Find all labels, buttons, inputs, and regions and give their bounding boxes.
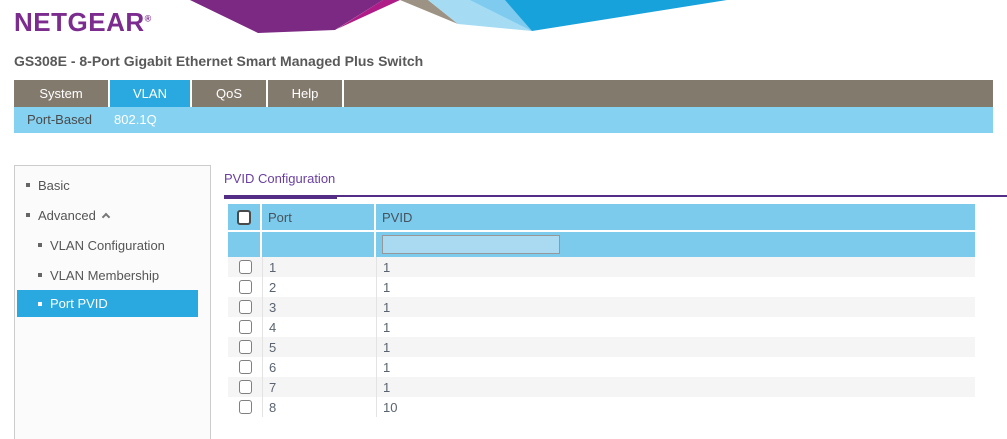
port-cell: 1 [262, 257, 376, 277]
port-cell: 2 [262, 277, 376, 297]
table-row: 3 1 [228, 297, 975, 317]
pvid-cell: 1 [376, 377, 975, 397]
pvid-cell: 1 [376, 257, 975, 277]
registered-mark: ® [145, 13, 152, 23]
chevron-up-icon [102, 212, 110, 220]
pvid-cell: 1 [376, 337, 975, 357]
column-header-pvid: PVID [376, 204, 975, 230]
bullet-icon [26, 213, 30, 217]
sidebar-item-label: VLAN Membership [50, 268, 159, 283]
row-checkbox-cell [228, 337, 262, 357]
vlan-subnav: Port-Based 802.1Q [14, 107, 993, 133]
row-checkbox-port-7[interactable] [239, 380, 252, 394]
nav-filler [344, 80, 993, 107]
table-header-row: Port PVID [228, 204, 975, 230]
port-cell: 8 [262, 397, 376, 417]
input-row-port-cell [262, 232, 376, 257]
bullet-icon [38, 243, 42, 247]
sidebar-item-advanced[interactable]: Advanced [15, 200, 210, 230]
section-title: PVID Configuration [224, 171, 335, 186]
pvid-cell: 10 [376, 397, 975, 417]
row-checkbox-cell [228, 297, 262, 317]
table-input-row [228, 232, 975, 257]
tab-system[interactable]: System [14, 80, 110, 107]
row-checkbox-port-5[interactable] [239, 340, 252, 354]
port-cell: 5 [262, 337, 376, 357]
row-checkbox-cell [228, 317, 262, 337]
row-checkbox-cell [228, 357, 262, 377]
row-checkbox-port-1[interactable] [239, 260, 252, 274]
port-cell: 7 [262, 377, 376, 397]
row-checkbox-port-3[interactable] [239, 300, 252, 314]
row-checkbox-cell [228, 257, 262, 277]
pvid-table: Port PVID 1 1 2 1 3 1 4 [228, 204, 975, 417]
sidebar-item-vlan-membership[interactable]: VLAN Membership [15, 260, 210, 290]
pvid-cell: 1 [376, 297, 975, 317]
bullet-icon [26, 183, 30, 187]
sidebar-item-label: Port PVID [50, 296, 108, 311]
table-row: 8 10 [228, 397, 975, 417]
main-content: PVID Configuration Port PVID 1 1 2 [224, 170, 1007, 417]
row-checkbox-cell [228, 377, 262, 397]
table-row: 6 1 [228, 357, 975, 377]
netgear-logo: NETGEAR® [14, 7, 152, 38]
subnav-item-port-based[interactable]: Port-Based [27, 107, 104, 133]
input-row-checkbox-cell [228, 232, 262, 257]
tab-help[interactable]: Help [268, 80, 344, 107]
port-cell: 6 [262, 357, 376, 377]
row-checkbox-cell [228, 277, 262, 297]
pvid-cell: 1 [376, 357, 975, 377]
tab-vlan[interactable]: VLAN [110, 80, 192, 107]
input-row-pvid-cell [376, 232, 975, 257]
row-checkbox-port-6[interactable] [239, 360, 252, 374]
sidebar-item-port-pvid[interactable]: Port PVID [17, 290, 198, 317]
bullet-icon [38, 273, 42, 277]
pvid-input[interactable] [382, 235, 560, 254]
table-row: 2 1 [228, 277, 975, 297]
main-nav: System VLAN QoS Help [14, 80, 993, 107]
sidebar-item-label: Advanced [38, 208, 96, 223]
row-checkbox-port-2[interactable] [239, 280, 252, 294]
sidebar-item-label: Basic [38, 178, 70, 193]
table-row: 7 1 [228, 377, 975, 397]
column-header-port: Port [262, 204, 376, 230]
select-all-checkbox[interactable] [237, 210, 251, 225]
row-checkbox-port-8[interactable] [239, 400, 252, 414]
sidebar: Basic Advanced VLAN Configuration VLAN M… [14, 165, 211, 439]
sidebar-item-label: VLAN Configuration [50, 238, 165, 253]
table-row: 4 1 [228, 317, 975, 337]
sidebar-item-basic[interactable]: Basic [15, 170, 210, 200]
page-title: GS308E - 8-Port Gigabit Ethernet Smart M… [14, 53, 423, 69]
section-title-underline: PVID Configuration [224, 170, 1007, 197]
netgear-logo-text: NETGEAR [14, 7, 145, 37]
pvid-cell: 1 [376, 317, 975, 337]
banner-decoration [190, 0, 750, 36]
sidebar-item-vlan-configuration[interactable]: VLAN Configuration [15, 230, 210, 260]
table-row: 5 1 [228, 337, 975, 357]
port-cell: 3 [262, 297, 376, 317]
tab-qos[interactable]: QoS [192, 80, 268, 107]
bullet-icon [38, 302, 42, 306]
header-checkbox-cell [228, 204, 262, 230]
row-checkbox-port-4[interactable] [239, 320, 252, 334]
port-cell: 4 [262, 317, 376, 337]
pvid-cell: 1 [376, 277, 975, 297]
table-row: 1 1 [228, 257, 975, 277]
row-checkbox-cell [228, 397, 262, 417]
subnav-item-8021q[interactable]: 802.1Q [114, 107, 169, 133]
